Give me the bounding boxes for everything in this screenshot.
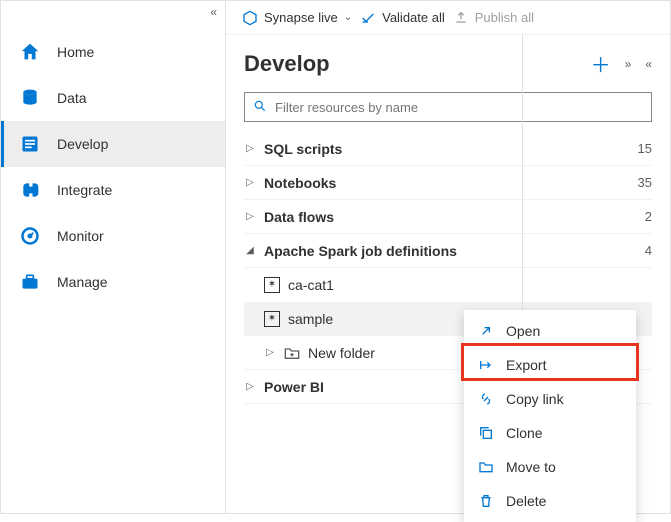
nav-item-manage[interactable]: Manage: [1, 259, 225, 305]
ctx-export[interactable]: Export: [464, 348, 636, 382]
pane-title: Develop: [244, 51, 330, 77]
caret-right-icon: ▷: [244, 381, 256, 392]
ctx-copy-link[interactable]: Copy link: [464, 382, 636, 416]
caret-right-icon: ▷: [244, 143, 256, 154]
nav-item-home[interactable]: Home: [1, 29, 225, 75]
checkmark-icon: [360, 10, 376, 26]
home-icon: [19, 41, 41, 63]
nav-item-data[interactable]: Data: [1, 75, 225, 121]
spark-job-icon: ✶: [264, 277, 280, 293]
search-icon: [253, 99, 267, 116]
ctx-label: Clone: [506, 425, 543, 441]
trash-icon: [478, 493, 494, 509]
collapse-nav-button[interactable]: «: [210, 5, 217, 19]
ctx-label: Open: [506, 323, 540, 339]
caret-right-icon: ▷: [244, 177, 256, 188]
ctx-label: Delete: [506, 493, 546, 509]
develop-icon: [19, 133, 41, 155]
top-toolbar: Synapse live ⌄ Validate all Publish all: [226, 1, 670, 35]
open-icon: [478, 323, 494, 339]
validate-all-button[interactable]: Validate all: [360, 10, 445, 26]
validate-label: Validate all: [382, 10, 445, 25]
ctx-clone[interactable]: Clone: [464, 416, 636, 450]
mode-label: Synapse live: [264, 10, 338, 25]
nav-label: Develop: [57, 136, 108, 152]
publish-icon: [453, 10, 469, 26]
ctx-delete[interactable]: Delete: [464, 484, 636, 518]
context-menu: Open Export Copy link Clone Move to Dele…: [464, 310, 636, 522]
caret-down-icon: ◢: [244, 245, 256, 256]
database-icon: [19, 87, 41, 109]
nav-item-develop[interactable]: Develop: [1, 121, 225, 167]
nav-label: Manage: [57, 274, 108, 290]
nav-item-integrate[interactable]: Integrate: [1, 167, 225, 213]
nav-label: Home: [57, 44, 94, 60]
ctx-move-to[interactable]: Move to: [464, 450, 636, 484]
synapse-mode-dropdown[interactable]: Synapse live ⌄: [242, 10, 352, 26]
ctx-label: Copy link: [506, 391, 564, 407]
chevron-down-icon: ⌄: [344, 12, 352, 23]
caret-right-icon: ▷: [264, 347, 276, 358]
hexagon-icon: [242, 10, 258, 26]
integrate-icon: [19, 179, 41, 201]
monitor-icon: [19, 225, 41, 247]
ctx-open[interactable]: Open: [464, 314, 636, 348]
ctx-label: Export: [506, 357, 546, 373]
toolbox-icon: [19, 271, 41, 293]
nav-label: Data: [57, 90, 87, 106]
nav-label: Monitor: [57, 228, 104, 244]
publish-label: Publish all: [475, 10, 534, 25]
caret-right-icon: ▷: [244, 211, 256, 222]
nav-label: Integrate: [57, 182, 112, 198]
left-nav: « Home Data Develop: [1, 1, 226, 513]
clone-icon: [478, 425, 494, 441]
nav-item-monitor[interactable]: Monitor: [1, 213, 225, 259]
publish-all-button[interactable]: Publish all: [453, 10, 534, 26]
export-icon: [478, 357, 494, 373]
spark-job-icon: ✶: [264, 311, 280, 327]
link-icon: [478, 391, 494, 407]
folder-icon: [478, 459, 494, 475]
folder-plus-icon: [284, 346, 300, 360]
ctx-label: Move to: [506, 459, 556, 475]
